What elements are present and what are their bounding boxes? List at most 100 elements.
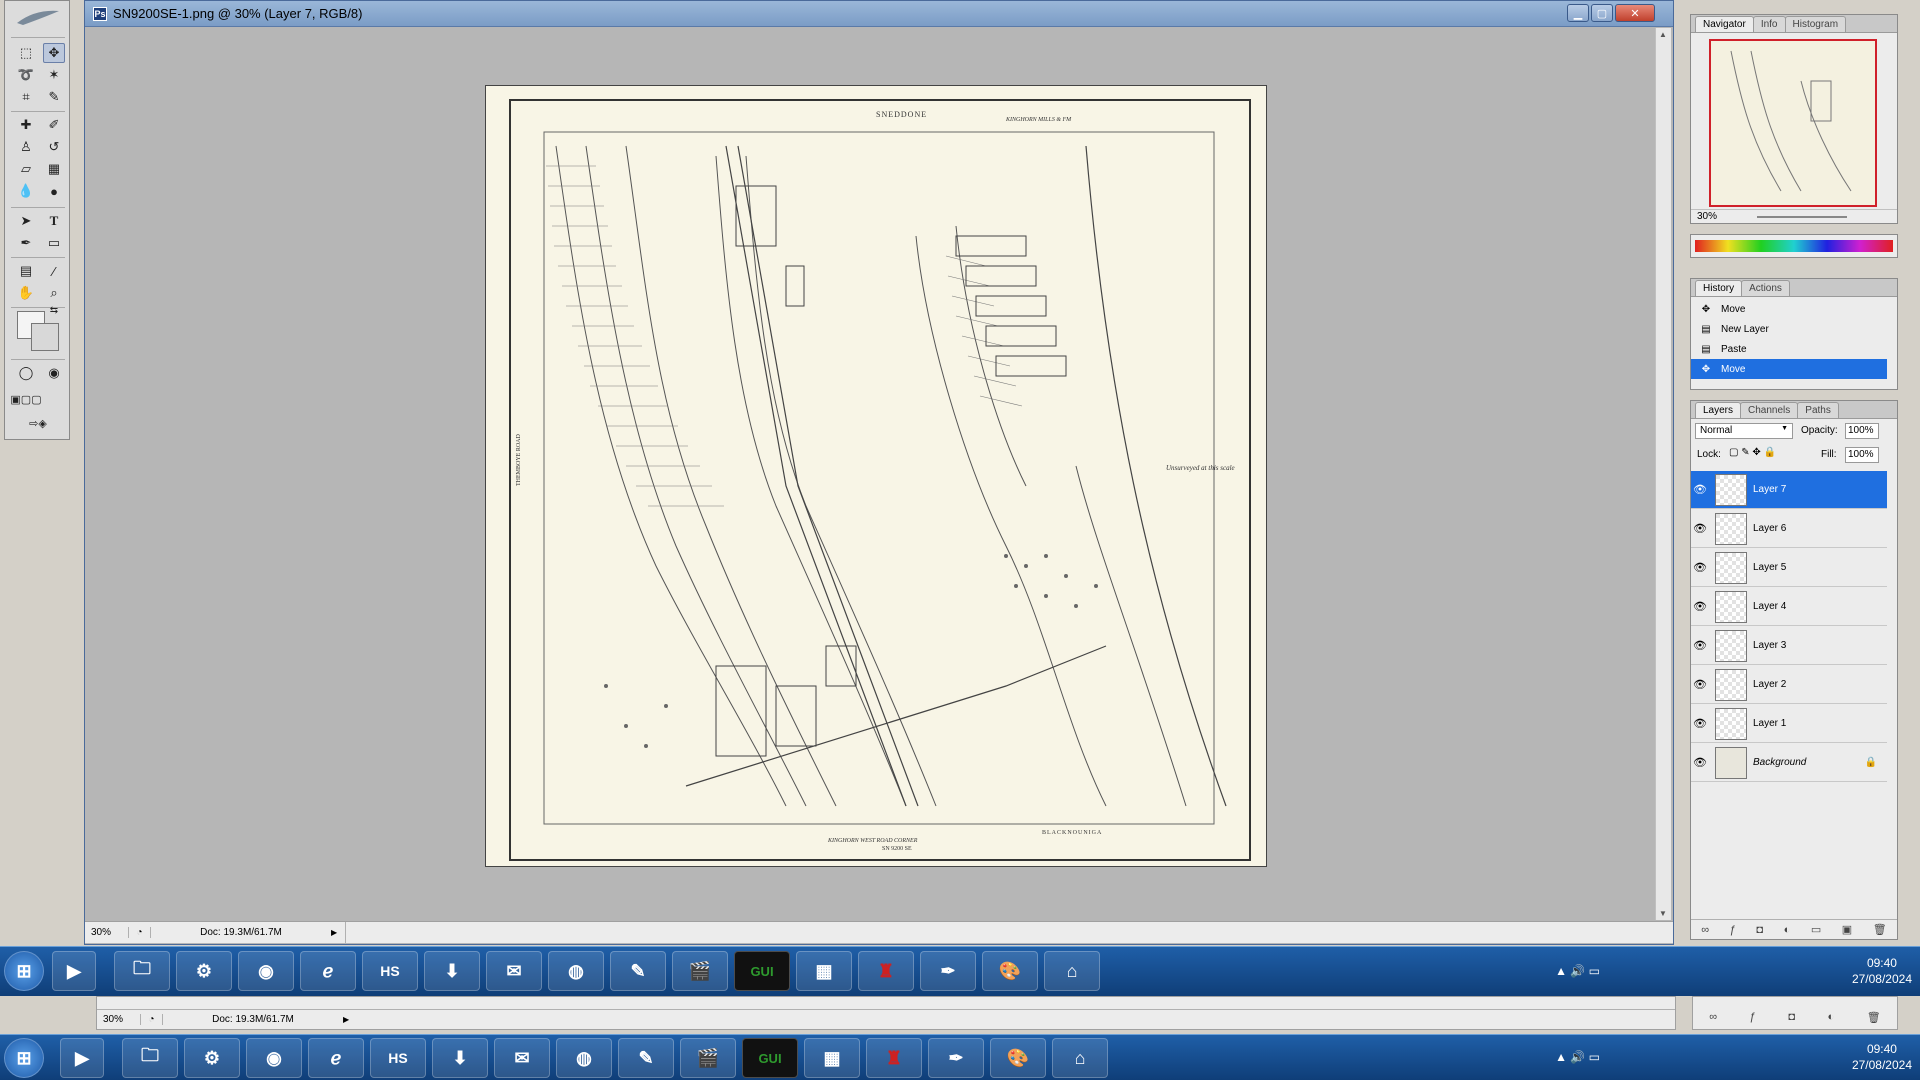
tab-info[interactable]: Info bbox=[1752, 16, 1786, 32]
slice-tool-icon[interactable]: ✎ bbox=[43, 87, 65, 107]
magic-wand-tool-icon[interactable]: ✶ bbox=[43, 65, 65, 85]
canvas-area[interactable]: SNEDDONE KINGHORN MILLS & FM KINGHORN WE… bbox=[89, 28, 1655, 920]
background-color-swatch[interactable] bbox=[31, 323, 59, 351]
jump-to-imageready-icon[interactable]: ⇨◈ bbox=[15, 413, 61, 433]
ghost-status-icon[interactable]: ◔ bbox=[141, 1014, 163, 1025]
pen-tool-icon[interactable]: ✒ bbox=[15, 233, 37, 253]
quick-mask-mode-icon[interactable]: ◉ bbox=[43, 363, 65, 383]
new-group-icon[interactable]: ▭ bbox=[1811, 923, 1821, 936]
download-icon[interactable]: ⬇ bbox=[432, 1038, 488, 1078]
gui-app-icon[interactable]: GUI bbox=[734, 951, 790, 991]
file-explorer-icon[interactable]: 🗀 bbox=[122, 1038, 178, 1078]
eye-icon[interactable]: 👁 bbox=[1691, 522, 1709, 535]
ie-icon[interactable]: ℯ bbox=[308, 1038, 364, 1078]
layer-row[interactable]: 👁 Layer 7 bbox=[1691, 471, 1887, 509]
delete-layer-icon[interactable]: 🗑 bbox=[1873, 923, 1887, 936]
red-app-icon[interactable]: ♜ bbox=[858, 951, 914, 991]
layer-row-background[interactable]: 👁 Background 🔒 bbox=[1691, 744, 1887, 782]
history-item[interactable]: ▤ New Layer bbox=[1691, 319, 1887, 339]
chat-app-icon[interactable]: ✉ bbox=[486, 951, 542, 991]
navigator-zoom-slider[interactable] bbox=[1757, 215, 1848, 218]
settings-app-icon[interactable]: ⚙ bbox=[184, 1038, 240, 1078]
ghost-delete-icon[interactable]: 🗑 bbox=[1867, 1011, 1881, 1024]
history-item[interactable]: ✥ Move bbox=[1691, 299, 1887, 319]
layer-row[interactable]: 👁 Layer 4 bbox=[1691, 588, 1887, 626]
chrome-icon[interactable]: ◉ bbox=[246, 1038, 302, 1078]
type-tool-icon[interactable]: T bbox=[43, 211, 65, 231]
eye-icon[interactable]: 👁 bbox=[1691, 756, 1709, 769]
ghost-status-menu-arrow-icon[interactable]: ▶ bbox=[343, 1015, 357, 1024]
eye-icon[interactable]: 👁 bbox=[1691, 678, 1709, 691]
layer-row[interactable]: 👁 Layer 2 bbox=[1691, 666, 1887, 704]
ghost-mask-icon[interactable]: ◘ bbox=[1788, 1011, 1795, 1024]
tab-paths[interactable]: Paths bbox=[1797, 402, 1839, 418]
navigator-zoom[interactable]: 30% bbox=[1697, 211, 1717, 222]
zoom-tool-icon[interactable]: ⌕ bbox=[43, 283, 65, 303]
zoom-level[interactable]: 30% bbox=[85, 927, 129, 938]
settings-app-icon[interactable]: ⚙ bbox=[176, 951, 232, 991]
eye-icon[interactable]: 👁 bbox=[1691, 561, 1709, 574]
horizontal-scrollbar[interactable] bbox=[345, 922, 1673, 943]
clock[interactable]: 09:40 27/08/2024 bbox=[1852, 1041, 1912, 1073]
eraser-tool-icon[interactable]: ▱ bbox=[15, 159, 37, 179]
map-image[interactable]: SNEDDONE KINGHORN MILLS & FM KINGHORN WE… bbox=[485, 85, 1267, 867]
download-icon[interactable]: ⬇ bbox=[424, 951, 480, 991]
maximize-button[interactable]: ▢ bbox=[1591, 4, 1613, 22]
eye-icon[interactable]: 👁 bbox=[1691, 483, 1709, 496]
close-button[interactable]: ✕ bbox=[1615, 4, 1655, 22]
firefox-icon[interactable]: ◍ bbox=[548, 951, 604, 991]
opacity-input[interactable]: 100% bbox=[1845, 423, 1879, 439]
gui-app-icon[interactable]: GUI bbox=[742, 1038, 798, 1078]
minimize-button[interactable]: ▁ bbox=[1567, 4, 1589, 22]
ghost-zoom-level[interactable]: 30% bbox=[97, 1014, 141, 1025]
layer-row[interactable]: 👁 Layer 1 bbox=[1691, 705, 1887, 743]
hs-app-icon[interactable]: HS bbox=[370, 1038, 426, 1078]
crop-tool-icon[interactable]: ⌗ bbox=[15, 87, 37, 107]
clapper-icon[interactable]: 🎬 bbox=[680, 1038, 736, 1078]
chat-app-icon[interactable]: ✉ bbox=[494, 1038, 550, 1078]
link-layers-icon[interactable]: ∞ bbox=[1701, 924, 1709, 936]
blur-tool-icon[interactable]: 💧 bbox=[15, 181, 37, 201]
film-icon[interactable]: ▦ bbox=[804, 1038, 860, 1078]
layer-mask-icon[interactable]: ◘ bbox=[1756, 924, 1763, 936]
path-select-tool-icon[interactable]: ➤ bbox=[15, 211, 37, 231]
feather-app-icon[interactable]: ✒ bbox=[928, 1038, 984, 1078]
healing-brush-tool-icon[interactable]: ✚ bbox=[15, 115, 37, 135]
document-titlebar[interactable]: Ps SN9200SE-1.png @ 30% (Layer 7, RGB/8)… bbox=[85, 1, 1673, 27]
vertical-scrollbar[interactable]: ▲ ▼ bbox=[1655, 28, 1671, 920]
brush-tool-icon[interactable]: ✐ bbox=[43, 115, 65, 135]
eye-icon[interactable]: 👁 bbox=[1691, 717, 1709, 730]
home-app-icon[interactable]: ⌂ bbox=[1044, 951, 1100, 991]
media-player-icon[interactable]: ▶ bbox=[60, 1038, 104, 1078]
hs-app-icon[interactable]: HS bbox=[362, 951, 418, 991]
layer-row[interactable]: 👁 Layer 5 bbox=[1691, 549, 1887, 587]
ghost-adjust-icon[interactable]: ◐ bbox=[1828, 1011, 1835, 1024]
history-item-current[interactable]: ✥ Move bbox=[1691, 359, 1887, 379]
ghost-link-icon[interactable]: ∞ bbox=[1709, 1011, 1717, 1024]
ie-icon[interactable]: ℯ bbox=[300, 951, 356, 991]
chrome-icon[interactable]: ◉ bbox=[238, 951, 294, 991]
file-explorer-icon[interactable]: 🗀 bbox=[114, 951, 170, 991]
lock-icons[interactable]: ▢ ✎ ✥ 🔒 bbox=[1729, 447, 1776, 458]
layer-row[interactable]: 👁 Layer 6 bbox=[1691, 510, 1887, 548]
tray-icons[interactable]: ▲ 🔊 ▭ bbox=[1555, 963, 1600, 979]
history-item[interactable]: ▤ Paste bbox=[1691, 339, 1887, 359]
history-brush-tool-icon[interactable]: ↺ bbox=[43, 137, 65, 157]
clone-stamp-tool-icon[interactable]: ♙ bbox=[15, 137, 37, 157]
blend-mode-select[interactable]: Normal ▼ bbox=[1695, 423, 1793, 439]
color-ramp[interactable] bbox=[1695, 240, 1893, 252]
eye-icon[interactable]: 👁 bbox=[1691, 639, 1709, 652]
fill-input[interactable]: 100% bbox=[1845, 447, 1879, 463]
status-menu-arrow-icon[interactable]: ▶ bbox=[331, 928, 345, 937]
standard-mode-icon[interactable]: ◯ bbox=[15, 363, 37, 383]
new-layer-icon[interactable]: ▣ bbox=[1842, 923, 1852, 936]
notes-app-icon[interactable]: ✎ bbox=[610, 951, 666, 991]
clock[interactable]: 09:40 27/08/2024 bbox=[1852, 955, 1912, 987]
scroll-down-icon[interactable]: ▼ bbox=[1659, 909, 1667, 918]
screen-mode-icon[interactable]: ▣▢▢ bbox=[10, 389, 41, 409]
layer-style-icon[interactable]: ƒ bbox=[1730, 924, 1736, 936]
start-orb-icon[interactable]: ⊞ bbox=[4, 1038, 44, 1078]
palette-icon[interactable]: 🎨 bbox=[982, 951, 1038, 991]
tray-icons[interactable]: ▲ 🔊 ▭ bbox=[1555, 1049, 1600, 1065]
eyedropper-tool-icon[interactable]: ⁄ bbox=[43, 261, 65, 281]
